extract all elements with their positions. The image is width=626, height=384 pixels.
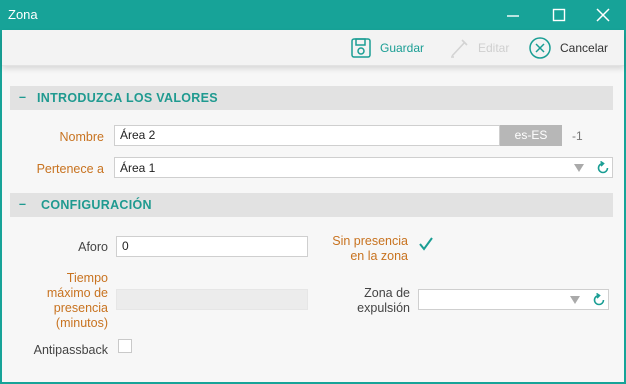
dropdown-arrow-icon[interactable] bbox=[570, 296, 580, 304]
antipassback-label: Antipassback bbox=[33, 343, 108, 357]
section-values-title: INTRODUZCA LOS VALORES bbox=[37, 91, 218, 105]
zona-expulsion-label-line2: expulsión bbox=[357, 301, 410, 315]
edit-button[interactable]: Editar bbox=[448, 35, 509, 61]
maximize-button[interactable] bbox=[536, 0, 582, 30]
dropdown-arrow-icon[interactable] bbox=[574, 164, 584, 172]
section-config-title: CONFIGURACIÓN bbox=[41, 198, 152, 212]
edit-label: Editar bbox=[478, 41, 510, 55]
cancel-label: Cancelar bbox=[560, 41, 609, 55]
minimize-button[interactable] bbox=[490, 0, 536, 30]
close-window-button[interactable] bbox=[580, 0, 626, 30]
language-badge[interactable]: es-ES bbox=[500, 125, 562, 146]
aforo-input[interactable]: 0 bbox=[116, 236, 308, 257]
zona-expulsion-label: Zona de expulsión bbox=[332, 286, 410, 316]
tiempo-label-line1: Tiempo bbox=[66, 271, 108, 285]
tiempo-label-line4: (minutos) bbox=[55, 316, 108, 330]
cancel-icon bbox=[529, 37, 551, 59]
pertenece-label: Pertenece a bbox=[36, 162, 104, 176]
close-icon bbox=[596, 8, 610, 22]
sin-presencia-label-line2: en la zona bbox=[350, 249, 408, 263]
sin-presencia-checkbox[interactable] bbox=[418, 236, 434, 252]
dialog-body: Guardar Editar Cancelar – INTRODUZCA LOS… bbox=[2, 30, 624, 382]
zona-expulsion-select[interactable] bbox=[418, 289, 609, 310]
minimize-icon bbox=[507, 15, 519, 17]
antipassback-checkbox[interactable] bbox=[118, 339, 132, 353]
save-icon bbox=[351, 38, 371, 58]
refresh-icon[interactable] bbox=[596, 161, 610, 175]
pertenece-value: Área 1 bbox=[120, 161, 156, 175]
pertenece-select[interactable]: Área 1 bbox=[114, 157, 613, 178]
maximize-icon bbox=[552, 8, 566, 22]
section-values-header[interactable]: – INTRODUZCA LOS VALORES bbox=[10, 86, 613, 110]
cancel-button[interactable]: Cancelar bbox=[528, 35, 608, 61]
refresh-icon[interactable] bbox=[592, 293, 606, 307]
save-button[interactable]: Guardar bbox=[350, 35, 424, 61]
collapse-toggle[interactable]: – bbox=[19, 197, 26, 211]
translation-count: -1 bbox=[572, 129, 583, 143]
dialog-window: Zona Guardar Editar Cancelar – INTRODUZC… bbox=[0, 0, 626, 384]
collapse-toggle[interactable]: – bbox=[19, 90, 26, 104]
zona-expulsion-label-line1: Zona de bbox=[364, 286, 410, 300]
save-label: Guardar bbox=[380, 41, 425, 55]
section-config-header[interactable]: – CONFIGURACIÓN bbox=[10, 193, 613, 217]
aforo-label: Aforo bbox=[78, 240, 108, 254]
edit-icon bbox=[451, 39, 468, 58]
tiempo-input[interactable] bbox=[116, 289, 308, 310]
tiempo-label-line3: presencia bbox=[53, 301, 108, 315]
tiempo-label: Tiempo máximo de presencia (minutos) bbox=[32, 271, 108, 331]
nombre-label: Nombre bbox=[59, 130, 104, 144]
sin-presencia-label-line1: Sin presencia bbox=[332, 234, 408, 248]
title-bar[interactable]: Zona bbox=[0, 0, 626, 30]
sin-presencia-label: Sin presencia en la zona bbox=[312, 234, 408, 264]
toolbar: Guardar Editar Cancelar bbox=[2, 30, 624, 66]
window-title: Zona bbox=[8, 7, 38, 22]
nombre-input[interactable]: Área 2 bbox=[114, 125, 500, 146]
tiempo-label-line2: máximo de bbox=[46, 286, 108, 300]
